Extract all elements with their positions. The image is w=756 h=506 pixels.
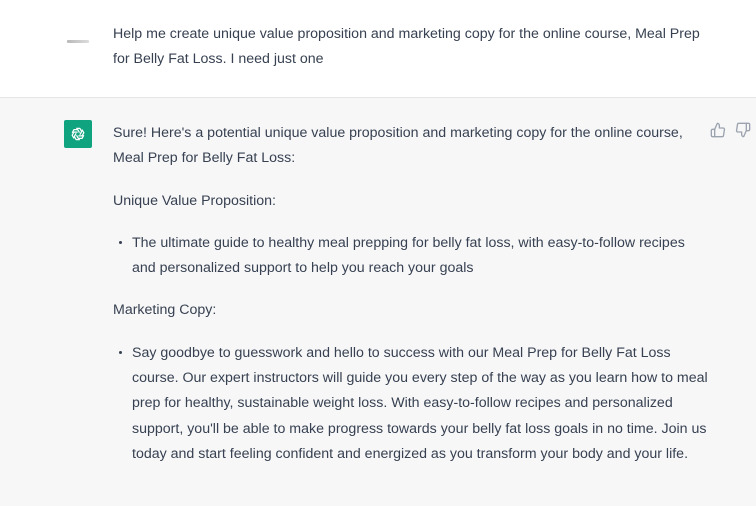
list-item: Say goodbye to guesswork and hello to su…	[119, 341, 708, 467]
user-avatar-logo-icon	[67, 40, 89, 43]
assistant-message-row: Sure! Here's a potential unique value pr…	[0, 98, 756, 506]
uvp-list: The ultimate guide to healthy meal prepp…	[113, 231, 708, 282]
thumbs-up-icon[interactable]	[710, 122, 726, 138]
assistant-intro: Sure! Here's a potential unique value pr…	[113, 125, 683, 167]
user-message-row: Help me create unique value proposition …	[0, 0, 756, 98]
assistant-message-content: Sure! Here's a potential unique value pr…	[113, 121, 708, 484]
openai-logo-icon	[64, 120, 92, 148]
uvp-heading: Unique Value Proposition:	[113, 192, 276, 209]
thumbs-down-icon[interactable]	[735, 122, 751, 138]
list-item: The ultimate guide to healthy meal prepp…	[119, 231, 708, 282]
user-avatar	[64, 28, 92, 56]
user-message-text: Help me create unique value proposition …	[113, 26, 700, 67]
marketing-heading: Marketing Copy:	[113, 302, 217, 319]
marketing-list: Say goodbye to guesswork and hello to su…	[113, 341, 708, 467]
